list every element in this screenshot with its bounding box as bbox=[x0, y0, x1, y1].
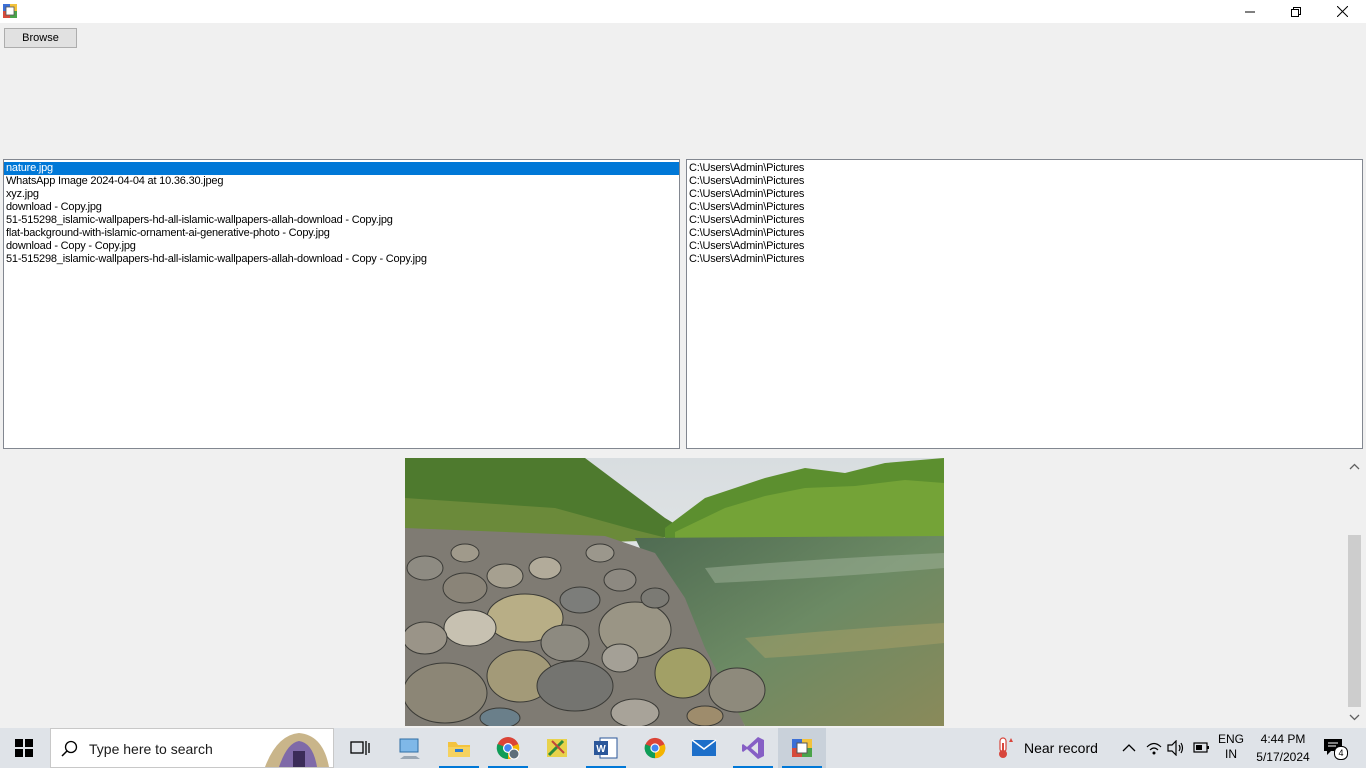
list-item[interactable]: C:\Users\Admin\Pictures bbox=[687, 188, 1362, 201]
taskbar-app-chrome-profile[interactable] bbox=[484, 728, 532, 768]
close-button[interactable] bbox=[1319, 0, 1365, 23]
scroll-up-icon[interactable] bbox=[1346, 458, 1363, 475]
list-item[interactable]: C:\Users\Admin\Pictures bbox=[687, 162, 1362, 175]
list-item[interactable]: C:\Users\Admin\Pictures bbox=[687, 240, 1362, 253]
taskbar: Type here to search W Near record ENG IN… bbox=[0, 728, 1366, 768]
list-item[interactable]: nature.jpg bbox=[4, 162, 679, 175]
browse-button[interactable]: Browse bbox=[4, 28, 77, 48]
title-bar bbox=[0, 0, 1366, 23]
taskbar-app-tools[interactable] bbox=[533, 728, 581, 768]
scroll-down-icon[interactable] bbox=[1346, 709, 1363, 726]
file-list[interactable]: nature.jpg WhatsApp Image 2024-04-04 at … bbox=[3, 159, 680, 449]
list-item[interactable]: C:\Users\Admin\Pictures bbox=[687, 227, 1362, 240]
battery-icon[interactable] bbox=[1192, 741, 1210, 755]
clock[interactable]: 4:44 PM 5/17/2024 bbox=[1250, 732, 1316, 765]
search-placeholder: Type here to search bbox=[89, 741, 213, 757]
wifi-icon[interactable] bbox=[1146, 740, 1162, 756]
minimize-icon bbox=[1245, 11, 1255, 12]
taskbar-app-chrome[interactable] bbox=[631, 728, 679, 768]
scrollbar-thumb[interactable] bbox=[1348, 535, 1361, 707]
path-list[interactable]: C:\Users\Admin\Pictures C:\Users\Admin\P… bbox=[686, 159, 1363, 449]
mail-icon bbox=[691, 739, 717, 756]
minimize-button[interactable] bbox=[1227, 0, 1273, 23]
close-icon bbox=[1336, 6, 1348, 17]
restore-icon bbox=[1291, 6, 1301, 17]
taskbar-search[interactable]: Type here to search bbox=[50, 728, 334, 768]
list-item[interactable]: C:\Users\Admin\Pictures bbox=[687, 175, 1362, 188]
taskbar-app-monitor[interactable] bbox=[386, 728, 434, 768]
language-code: ENG bbox=[1217, 732, 1244, 746]
language-indicator[interactable]: ENG IN bbox=[1216, 732, 1246, 762]
list-item[interactable]: 51-515298_islamic-wallpapers-hd-all-isla… bbox=[4, 214, 679, 227]
notification-center-button[interactable]: 4 bbox=[1322, 736, 1348, 760]
chrome-icon bbox=[644, 737, 666, 759]
list-item[interactable]: xyz.jpg bbox=[4, 188, 679, 201]
notification-count-badge: 4 bbox=[1334, 746, 1348, 760]
app-window-icon bbox=[792, 739, 812, 757]
chrome-icon bbox=[496, 737, 520, 760]
taskbar-app-current-form[interactable] bbox=[778, 728, 826, 768]
volume-icon[interactable] bbox=[1167, 740, 1185, 756]
list-item[interactable]: C:\Users\Admin\Pictures bbox=[687, 214, 1362, 227]
folder-icon bbox=[448, 742, 470, 757]
clock-time: 4:44 PM bbox=[1260, 732, 1306, 746]
search-highlight-icon bbox=[265, 733, 329, 767]
list-item[interactable]: 51-515298_islamic-wallpapers-hd-all-isla… bbox=[4, 253, 679, 266]
svg-text:W: W bbox=[596, 744, 606, 755]
taskbar-app-file-explorer[interactable] bbox=[435, 728, 483, 768]
search-icon bbox=[61, 740, 78, 757]
visual-studio-icon bbox=[742, 737, 764, 759]
app-icon bbox=[3, 4, 17, 18]
taskbar-app-mail[interactable] bbox=[680, 728, 728, 768]
list-item[interactable]: WhatsApp Image 2024-04-04 at 10.36.30.jp… bbox=[4, 175, 679, 188]
list-item[interactable]: C:\Users\Admin\Pictures bbox=[687, 201, 1362, 214]
list-item[interactable]: flat-background-with-islamic-ornament-ai… bbox=[4, 227, 679, 240]
tools-icon bbox=[547, 739, 567, 757]
chevron-up-icon[interactable] bbox=[1122, 743, 1136, 753]
list-item[interactable]: download - Copy.jpg bbox=[4, 201, 679, 214]
taskbar-app-word[interactable]: W bbox=[582, 728, 630, 768]
image-preview bbox=[405, 458, 944, 726]
start-button[interactable] bbox=[0, 728, 48, 768]
list-item[interactable]: download - Copy - Copy.jpg bbox=[4, 240, 679, 253]
list-item[interactable]: C:\Users\Admin\Pictures bbox=[687, 253, 1362, 266]
region-code: IN bbox=[1225, 747, 1237, 761]
weather-text[interactable]: Near record bbox=[1024, 740, 1098, 756]
thermometer-icon bbox=[999, 737, 1013, 758]
computer-icon bbox=[399, 738, 420, 759]
windows-logo-icon bbox=[15, 739, 33, 757]
task-view-icon bbox=[350, 741, 370, 755]
word-icon: W bbox=[594, 737, 618, 759]
restore-button[interactable] bbox=[1273, 0, 1319, 23]
taskbar-app-visual-studio[interactable] bbox=[729, 728, 777, 768]
clock-date: 5/17/2024 bbox=[1256, 750, 1310, 764]
vertical-scrollbar[interactable] bbox=[1346, 458, 1363, 726]
task-view-button[interactable] bbox=[336, 728, 384, 768]
